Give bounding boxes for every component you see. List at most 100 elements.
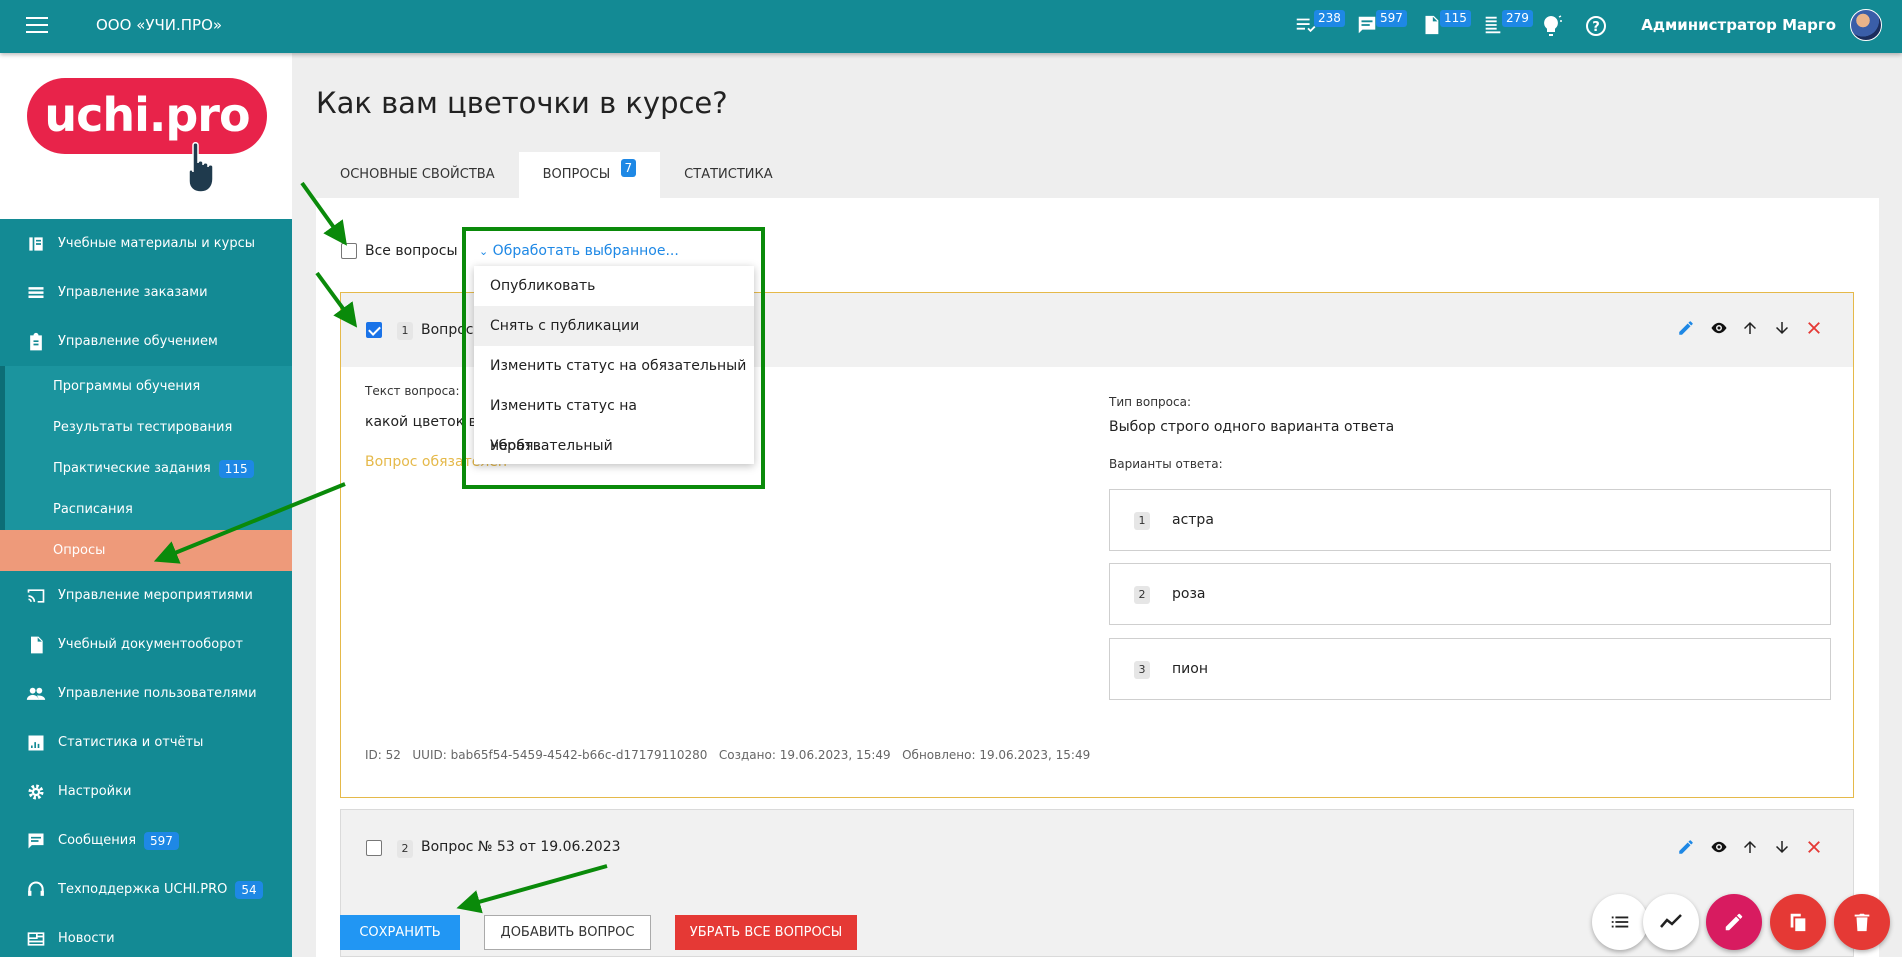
- remove-all-questions-button[interactable]: УБРАТЬ ВСЕ ВОПРОСЫ: [675, 915, 857, 950]
- tab-questions[interactable]: ВОПРОСЫ 7: [518, 152, 661, 198]
- sidebar-item-settings[interactable]: Настройки: [0, 767, 292, 816]
- eye-icon[interactable]: [1709, 838, 1727, 856]
- sidebar-item-label: Сообщения: [58, 833, 137, 848]
- question-checkbox[interactable]: [366, 840, 382, 856]
- practical-badge: 115: [218, 459, 254, 478]
- sidebar-item-orders[interactable]: Управление заказами: [0, 268, 292, 317]
- logo[interactable]: uchi.pro: [27, 78, 267, 154]
- arrow-down-icon[interactable]: [1773, 838, 1791, 856]
- sidebar-item-support[interactable]: Техподдержка UCHI.PRO 54: [0, 865, 292, 914]
- menu-icon[interactable]: [26, 17, 48, 35]
- sidebar-item-label: Управление заказами: [58, 285, 208, 300]
- organization-name[interactable]: ООО «УЧИ.ПРО»: [96, 16, 222, 34]
- process-selected-label: Обработать выбранное...: [492, 243, 679, 259]
- answers-label: Варианты ответа:: [1109, 457, 1223, 471]
- answer-option: 2 роза: [1109, 563, 1831, 625]
- sidebar-sub-programs[interactable]: Программы обучения: [0, 366, 292, 407]
- meta-id: 52: [385, 748, 401, 762]
- sidebar-item-label: Учебные материалы и курсы: [58, 236, 256, 251]
- sidebar-item-label: Учебный документооборот: [58, 637, 243, 652]
- sidebar-sub-surveys[interactable]: Опросы: [0, 530, 292, 571]
- edit-fab-button[interactable]: [1706, 894, 1762, 950]
- documents-button[interactable]: 115: [1420, 10, 1471, 40]
- sidebar-item-label: Статистика и отчёты: [58, 735, 204, 750]
- sidebar-sub-label: Расписания: [53, 502, 133, 517]
- arrow-up-icon[interactable]: [1741, 838, 1759, 856]
- documents-badge: 115: [1440, 10, 1471, 27]
- tips-button[interactable]: [1539, 12, 1569, 40]
- sidebar-item-documents[interactable]: Учебный документооборот: [0, 620, 292, 669]
- edit-icon[interactable]: [1677, 838, 1695, 856]
- sidebar-item-messages[interactable]: Сообщения 597: [0, 816, 292, 865]
- avatar[interactable]: [1850, 9, 1882, 41]
- menu-item-remove[interactable]: Убрать: [474, 426, 754, 466]
- sidebar-sub-label: Результаты тестирования: [53, 420, 233, 435]
- sidebar-sub-label: Опросы: [53, 543, 106, 558]
- menu-item-make-required[interactable]: Изменить статус на обязательный: [474, 346, 754, 386]
- meta-created: 19.06.2023, 15:49: [779, 748, 891, 762]
- user-name[interactable]: Администратор Марго: [1641, 16, 1836, 34]
- arrow-up-icon[interactable]: [1741, 319, 1759, 337]
- question-title: Вопрос: [421, 322, 474, 338]
- menu-item-make-optional[interactable]: Изменить статус на необязательный: [474, 386, 754, 454]
- training-submenu: Программы обучения Результаты тестирован…: [0, 366, 292, 571]
- svg-text:?: ?: [1592, 20, 1600, 35]
- message-icon: [26, 831, 46, 851]
- list-view-button[interactable]: [1592, 894, 1648, 950]
- select-all-row: Все вопросы: [341, 243, 458, 259]
- close-icon[interactable]: [1805, 319, 1823, 337]
- select-all-checkbox[interactable]: [341, 243, 357, 259]
- sidebar-item-label: Новости: [58, 931, 115, 946]
- save-button[interactable]: СОХРАНИТЬ: [340, 915, 460, 950]
- sidebar-item-events[interactable]: Управление мероприятиями: [0, 571, 292, 620]
- list-doc-icon: [1485, 16, 1501, 34]
- tasks-badge: 238: [1314, 10, 1345, 27]
- lists-badge: 279: [1502, 10, 1533, 27]
- menu-item-publish[interactable]: Опубликовать: [474, 266, 754, 306]
- sidebar-item-materials[interactable]: Учебные материалы и курсы: [0, 219, 292, 268]
- question-text-label: Текст вопроса:: [365, 384, 460, 398]
- sidebar-sub-practical[interactable]: Практические задания 115: [0, 448, 292, 489]
- tab-statistics[interactable]: СТАТИСТИКА: [660, 152, 796, 198]
- menu-item-unpublish[interactable]: Снять с публикации: [474, 306, 754, 346]
- close-icon[interactable]: [1805, 838, 1823, 856]
- process-selected-dropdown[interactable]: ⌄ Обработать выбранное...: [479, 243, 679, 259]
- sidebar-item-stats[interactable]: Статистика и отчёты: [0, 718, 292, 767]
- gear-icon: [26, 782, 46, 802]
- tasks-button[interactable]: 238: [1294, 10, 1345, 40]
- tasks-icon: [1296, 18, 1316, 33]
- edit-icon[interactable]: [1677, 319, 1695, 337]
- question-type-label: Тип вопроса:: [1109, 395, 1192, 409]
- question-checkbox[interactable]: [366, 322, 382, 338]
- sidebar-item-training[interactable]: Управление обучением: [0, 317, 292, 366]
- support-badge: 54: [235, 880, 263, 899]
- list-icon: [26, 283, 46, 303]
- sidebar-item-users[interactable]: Управление пользователями: [0, 669, 292, 718]
- sidebar-item-news[interactable]: Новости: [0, 914, 292, 957]
- sidebar-sub-label: Программы обучения: [53, 379, 201, 394]
- pencil-icon: [1725, 913, 1743, 931]
- sidebar-sub-schedules[interactable]: Расписания: [0, 489, 292, 530]
- help-icon: ?: [1586, 16, 1606, 36]
- book-icon: [26, 234, 46, 254]
- question-text: какой цветок ва: [365, 414, 486, 430]
- tab-main-properties[interactable]: ОСНОВНЫЕ СВОЙСТВА: [316, 152, 519, 198]
- document-icon: [1425, 15, 1439, 35]
- statistics-button[interactable]: [1643, 894, 1699, 950]
- help-button[interactable]: ?: [1584, 12, 1614, 40]
- tabs: ОСНОВНЫЕ СВОЙСТВА ВОПРОСЫ 7 СТАТИСТИКА: [316, 152, 797, 198]
- answer-number: 2: [1134, 586, 1150, 604]
- tab-questions-label: ВОПРОСЫ: [542, 167, 611, 182]
- messages-button[interactable]: 597: [1356, 10, 1407, 40]
- sidebar-sub-test-results[interactable]: Результаты тестирования: [0, 407, 292, 448]
- lists-button[interactable]: 279: [1482, 10, 1533, 40]
- meta-uuid-label: UUID:: [412, 748, 447, 762]
- add-question-button[interactable]: ДОБАВИТЬ ВОПРОС: [484, 915, 651, 950]
- users-icon: [26, 684, 46, 704]
- delete-fab-button[interactable]: [1834, 894, 1890, 950]
- select-all-label: Все вопросы: [365, 243, 458, 259]
- copy-fab-button[interactable]: [1770, 894, 1826, 950]
- sidebar-item-label: Управление пользователями: [58, 686, 257, 701]
- arrow-down-icon[interactable]: [1773, 319, 1791, 337]
- eye-icon[interactable]: [1709, 319, 1727, 337]
